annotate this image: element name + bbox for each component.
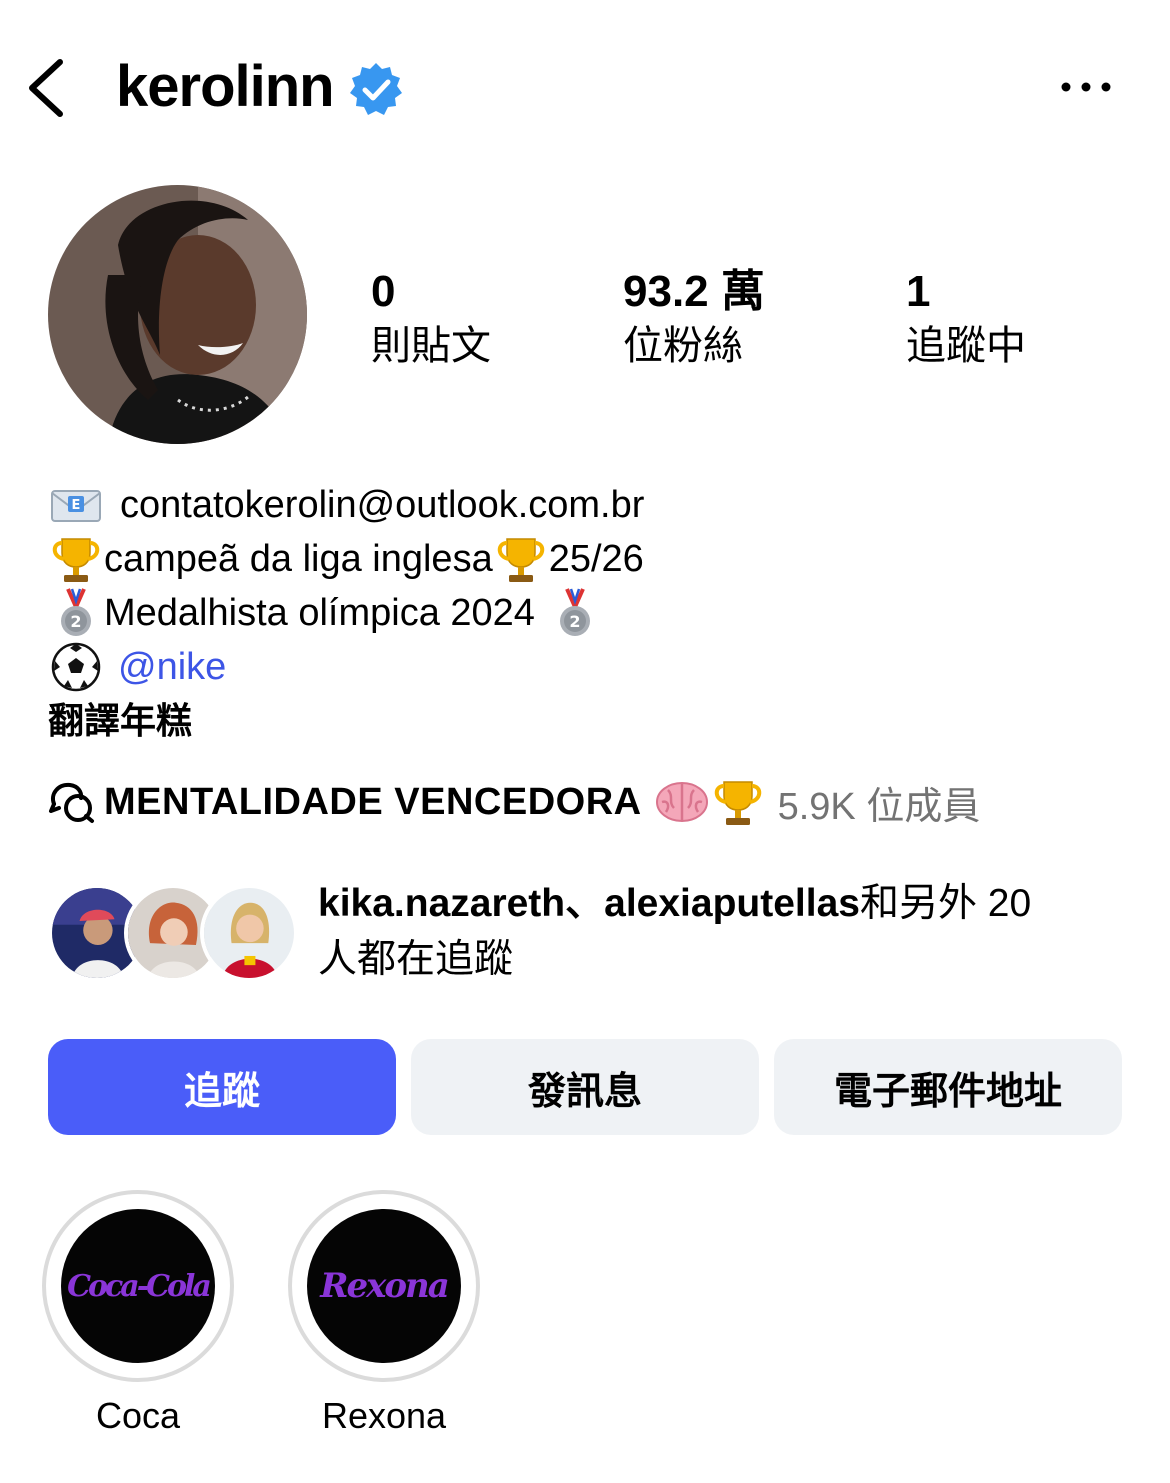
channel-title: MENTALIDADE VENCEDORA [104,780,642,823]
brain-icon [655,782,708,822]
bio-email-text: contatokerolin@outlook.com.br [120,484,645,526]
more-horizontal-icon[interactable] [1058,72,1114,102]
stat-followers[interactable]: 93.2 萬 位粉絲 [623,268,765,370]
broadcast-channel[interactable]: MENTALIDADE VENCEDORA 5.9K 位成員 [48,772,980,832]
mutual-separator: 、 [565,882,605,925]
highlight-cover-logo: Rexona [320,1266,450,1306]
bio-medal-line: 2 Medalhista olímpica 2024 2 [48,586,1128,640]
message-button[interactable]: 發訊息 [411,1039,759,1135]
mutual-followers-text[interactable]: kika.nazareth、alexiaputellas和另外 20 人都在追蹤 [318,876,1138,988]
svg-text:2: 2 [70,612,81,631]
bio-title-line: campeã da liga inglesa 25/26 [48,532,1128,586]
highlight-ring: Coca-Cola [42,1190,234,1382]
email-button[interactable]: 電子郵件地址 [774,1039,1122,1135]
bio-medal-text: Medalhista olímpica 2024 [104,592,535,634]
stat-following-value: 1 [906,267,931,316]
mutual-avatar [200,884,298,982]
highlight-cover: Coca-Cola [61,1209,215,1363]
soccer-ball-icon [51,642,101,692]
verified-badge-icon [350,63,402,115]
stat-posts-label: 則貼文 [371,324,491,368]
svg-text:2: 2 [569,612,580,631]
stat-following-label: 追蹤中 [906,324,1026,368]
svg-text:E: E [72,498,81,513]
mutual-name-2[interactable]: alexiaputellas [604,882,860,925]
silver-medal-icon: 2 [559,588,590,636]
stat-posts-value: 0 [371,267,396,316]
bio-title-text: campeã da liga inglesa [104,538,493,580]
bio-sponsor-line: @nike [48,640,1128,694]
bio-nike-link[interactable]: @nike [118,640,226,694]
mutual-rest-1: 和另外 20 [859,882,1032,925]
silver-medal-icon: 2 [61,588,91,636]
channel-members: 5.9K 位成員 [777,785,981,828]
translate-link[interactable]: 翻譯年糕 [48,694,192,748]
trophy-icon [497,538,544,582]
profile-username: kerolinn [116,54,335,119]
stat-followers-value: 93.2 萬 [623,267,765,316]
trophy-icon [714,781,761,825]
highlight-rexona[interactable]: Rexona Rexona [288,1190,480,1436]
follow-button[interactable]: 追蹤 [48,1039,396,1135]
profile-bio: E contatokerolin@outlook.com.br campeã d… [48,478,1128,748]
profile-page: kerolinn 0 則貼文 93.2 萬 位粉絲 1 追蹤中 E contat… [0,0,1170,1483]
highlight-label: Coca [95,1395,181,1436]
mutual-name-1[interactable]: kika.nazareth [318,882,565,925]
stat-following[interactable]: 1 追蹤中 [906,268,1026,370]
stat-followers-label: 位粉絲 [623,324,743,368]
trophy-icon [52,538,100,582]
bio-translate-line: 翻譯年糕 [48,694,1128,748]
chevron-left-icon[interactable] [22,56,72,120]
highlight-cover: Rexona [307,1209,461,1363]
highlight-cover-logo: Coca-Cola [67,1268,212,1304]
highlight-ring: Rexona [288,1190,480,1382]
stat-posts[interactable]: 0 則貼文 [371,268,491,370]
bio-season-text: 25/26 [548,538,644,580]
highlight-label: Rexona [321,1395,447,1436]
mutual-followers-avatars[interactable] [48,884,298,982]
highlight-coca[interactable]: Coca-Cola Coca [42,1190,234,1436]
mutual-rest-2: 人都在追蹤 [318,938,514,981]
bio-email-line: E contatokerolin@outlook.com.br [48,478,1128,532]
chat-bubbles-icon [49,782,94,823]
profile-avatar[interactable] [48,185,307,444]
email-envelope-icon: E [51,490,101,522]
